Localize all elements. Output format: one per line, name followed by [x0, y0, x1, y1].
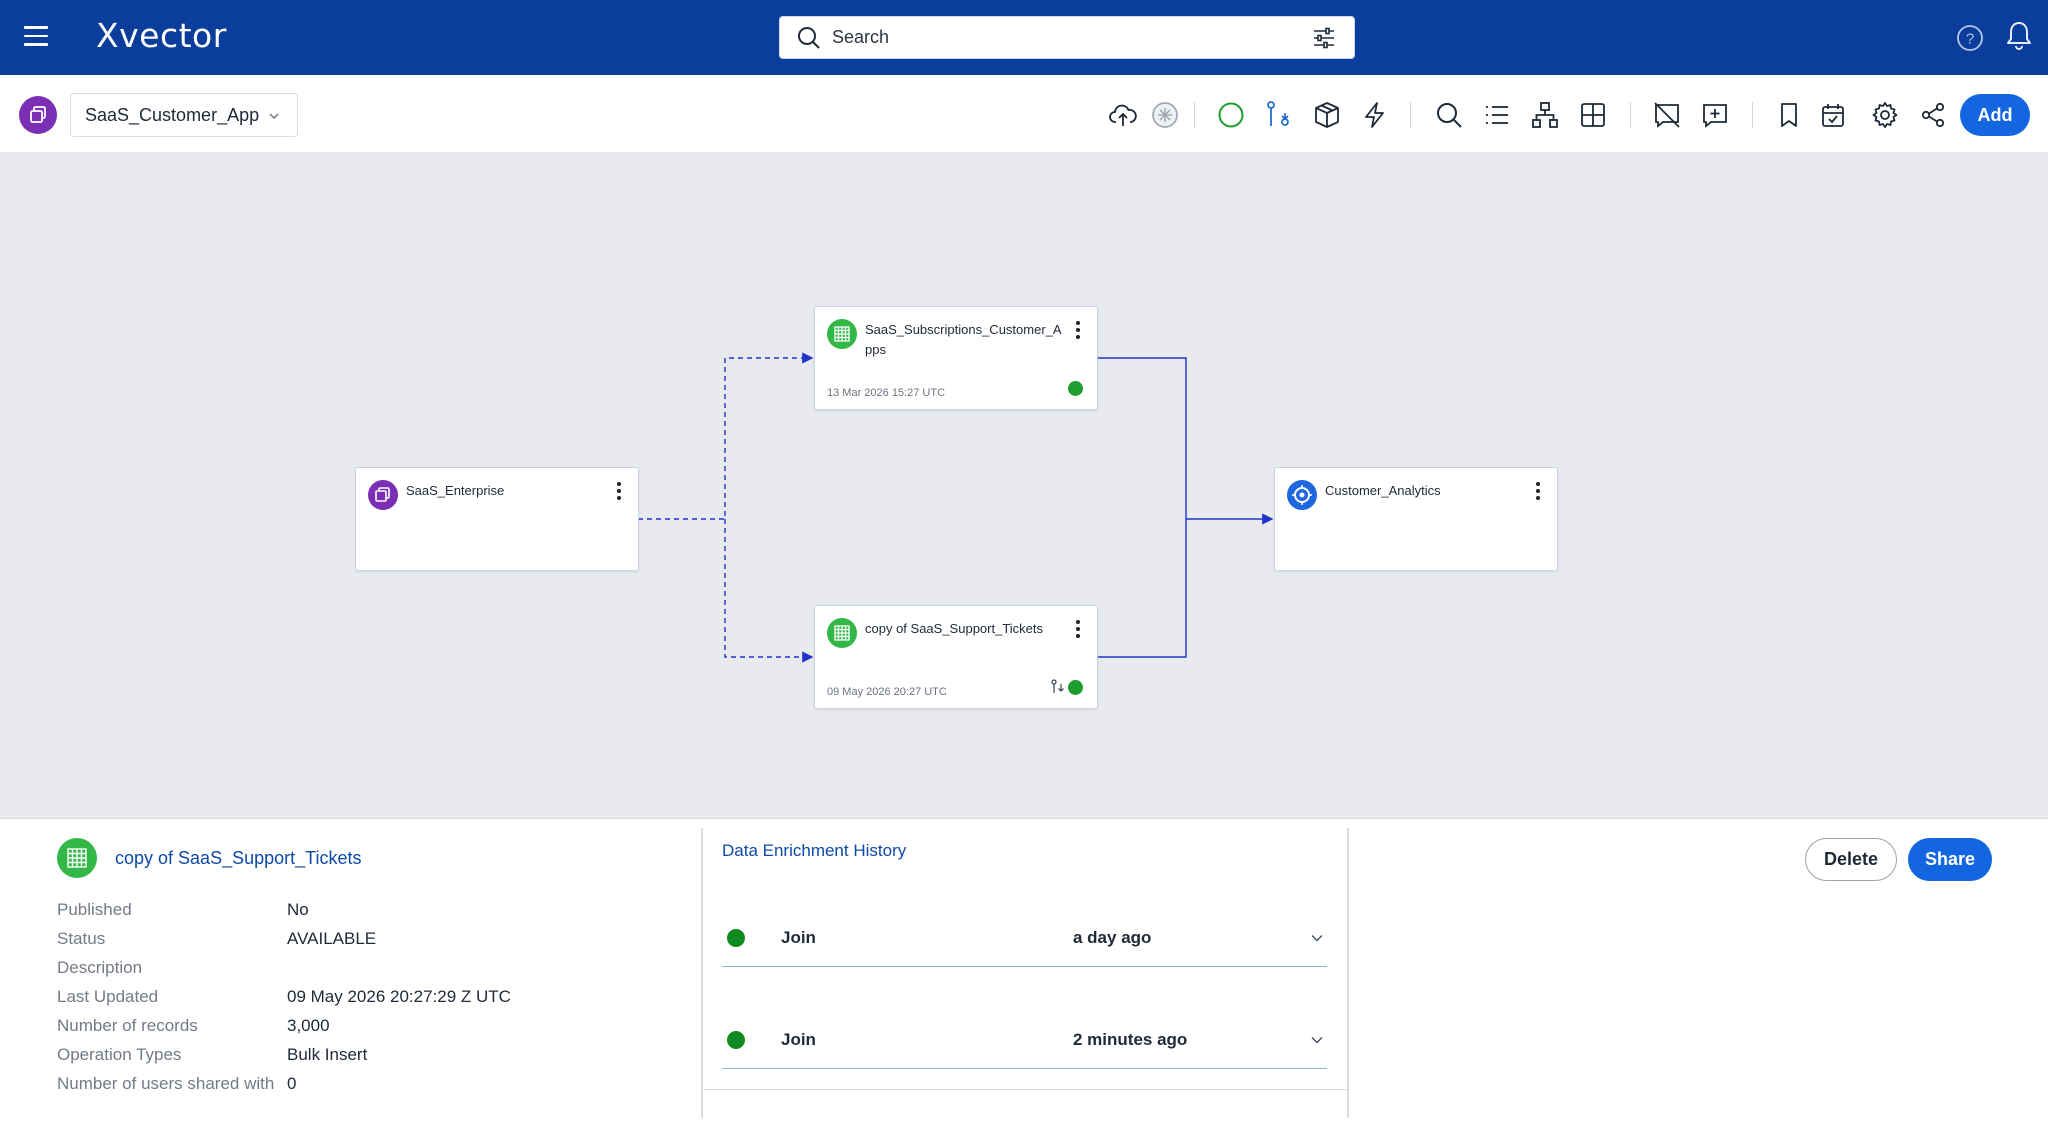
node-timestamp: 09 May 2026 20:27 UTC [827, 686, 947, 698]
help-icon[interactable]: ? [1956, 24, 1984, 52]
last-updated-value: 09 May 2026 20:27:29 Z UTC [287, 987, 511, 1006]
node-title: SaaS_Enterprise [406, 483, 505, 498]
sync-branch-icon [1051, 679, 1064, 693]
add-comment-icon[interactable] [1700, 100, 1730, 130]
filter-sliders-icon[interactable] [1312, 26, 1336, 50]
chevron-down-icon [269, 113, 279, 120]
cloud-upload-icon[interactable] [1108, 100, 1138, 130]
toolbar-divider [1752, 102, 1753, 128]
status-value: AVAILABLE [287, 929, 377, 948]
brand-logo[interactable]: Xvector [96, 16, 227, 55]
node-title: copy of SaaS_Support_Tickets [865, 621, 1044, 636]
svg-text:?: ? [1966, 31, 1974, 48]
status-label: Status [57, 929, 106, 948]
search-icon[interactable] [1434, 100, 1464, 130]
records-value: 3,000 [287, 1016, 330, 1035]
node-saas-subscriptions[interactable]: SaaS_Subscriptions_Customer_Apps 13 Mar … [814, 306, 1098, 410]
users-shared-value: 0 [287, 1074, 297, 1093]
history-type: Join [781, 928, 816, 947]
list-icon[interactable] [1482, 100, 1512, 130]
share-nodes-icon[interactable] [1918, 100, 1948, 130]
status-dot [727, 929, 745, 947]
chevron-down-icon[interactable] [1310, 931, 1324, 945]
kebab-menu-icon[interactable] [1075, 620, 1081, 640]
operation-types-value: Bulk Insert [287, 1045, 368, 1064]
table-grid-icon [57, 838, 97, 878]
table-grid-icon [827, 618, 857, 648]
last-updated-label: Last Updated [57, 987, 159, 1006]
share-button[interactable]: Share [1908, 838, 1992, 881]
notification-bell-icon[interactable] [2004, 20, 2034, 52]
kebab-menu-icon[interactable] [1535, 482, 1541, 502]
node-timestamp: 13 Mar 2026 15:27 UTC [827, 387, 946, 399]
toolbar [0, 75, 2048, 153]
menu-icon[interactable] [24, 26, 48, 48]
enrichment-history-title: Data Enrichment History [722, 841, 907, 860]
toolbar-divider [1630, 102, 1631, 128]
search-icon [798, 26, 820, 49]
status-dot [727, 1031, 745, 1049]
kebab-menu-icon[interactable] [616, 482, 622, 502]
node-title: SaaS_Subscriptions_Customer_Apps [865, 322, 1062, 357]
node-saas-enterprise[interactable]: SaaS_Enterprise [355, 467, 639, 571]
search-input[interactable]: Search [832, 27, 1312, 48]
status-dot [1068, 680, 1083, 695]
package-box-icon[interactable] [1312, 100, 1342, 130]
operation-types-label: Operation Types [57, 1045, 182, 1064]
app-logo-icon [19, 96, 57, 134]
hierarchy-icon[interactable] [1530, 100, 1560, 130]
node-customer-analytics[interactable]: Customer_Analytics [1274, 467, 1558, 571]
chevron-down-icon[interactable] [1310, 1033, 1324, 1047]
published-value: No [287, 900, 309, 919]
description-label: Description [57, 958, 143, 977]
delete-button[interactable]: Delete [1805, 838, 1897, 881]
divider [701, 1089, 1349, 1090]
history-item[interactable]: Join 2 minutes ago [722, 1011, 1327, 1069]
hide-comments-icon[interactable] [1652, 100, 1682, 130]
app-selector[interactable]: SaaS_Customer_App [70, 93, 298, 137]
grid-table-icon[interactable] [1578, 100, 1608, 130]
status-dot [1068, 381, 1083, 396]
toolbar-divider [1194, 102, 1195, 128]
history-type: Join [781, 1030, 816, 1049]
app-selector-label: SaaS_Customer_App [85, 104, 260, 125]
lightning-icon[interactable] [1360, 100, 1390, 130]
records-label: Number of records [57, 1016, 198, 1035]
lineage-canvas[interactable] [0, 153, 2048, 818]
toolbar-divider [1410, 102, 1411, 128]
users-shared-label: Number of users shared with [57, 1074, 275, 1093]
published-label: Published [57, 900, 132, 919]
bookmark-icon[interactable] [1774, 100, 1804, 130]
history-item[interactable]: Join a day ago [722, 909, 1327, 967]
settings-gear-icon[interactable] [1870, 100, 1900, 130]
search-bar[interactable]: Search [779, 16, 1355, 59]
analytics-target-icon [1287, 480, 1317, 510]
dataset-stack-icon [368, 480, 398, 510]
status-circle-icon[interactable] [1216, 100, 1246, 130]
enrichment-history-section [701, 828, 1349, 1118]
snowflake-icon[interactable] [1150, 100, 1180, 130]
history-time: a day ago [1073, 928, 1152, 947]
history-time: 2 minutes ago [1073, 1030, 1188, 1049]
calendar-task-icon[interactable] [1818, 100, 1848, 130]
node-saas-support-tickets[interactable]: copy of SaaS_Support_Tickets 09 May 2026… [814, 605, 1098, 709]
node-title: Customer_Analytics [1325, 483, 1441, 498]
git-branch-icon[interactable] [1264, 100, 1294, 130]
table-grid-icon [827, 319, 857, 349]
add-button[interactable]: Add [1960, 94, 2030, 136]
details-title[interactable]: copy of SaaS_Support_Tickets [115, 848, 361, 869]
kebab-menu-icon[interactable] [1075, 321, 1081, 341]
